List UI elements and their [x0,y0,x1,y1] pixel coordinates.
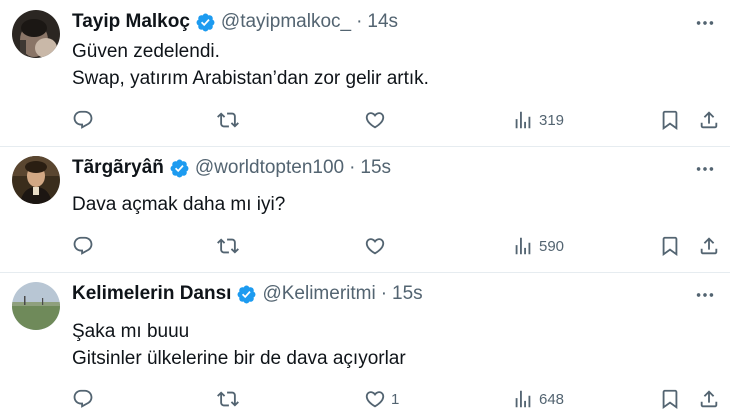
views-button[interactable]: 319 [512,107,564,133]
reply-icon [72,388,94,410]
tweet-text: Güven zedelendi. Swap, yatırım Arabistan… [72,38,429,92]
separator: · [380,283,388,304]
timestamp[interactable]: 15s [392,283,423,305]
bookmark-icon [659,235,681,257]
reply-button[interactable] [72,233,99,259]
tweet-text: Dava açmak daha mı iyi? [72,191,285,218]
tweet-2[interactable]: Tãrgãryâñ @worldtopten100 · 15s Dava açm… [0,146,730,272]
separator: · [349,157,356,178]
display-name[interactable]: Kelimelerin Dansı [72,283,231,305]
views-icon [512,235,534,257]
retweet-icon [217,388,239,410]
timestamp[interactable]: 15s [360,157,391,179]
views-icon [512,388,534,410]
more-icon[interactable] [694,12,716,34]
views-count: 590 [539,237,565,255]
avatar[interactable] [12,282,60,330]
bookmark-icon [659,388,681,410]
timestamp[interactable]: 14s [367,11,398,33]
bookmark-icon [659,109,681,131]
user-handle[interactable]: @tayipmalkoc_ [221,11,351,33]
tweet-actions: 590 [72,233,722,259]
reply-button[interactable] [72,107,99,133]
tweet-text-line: Dava açmak daha mı iyi? [72,194,286,215]
reply-button[interactable] [72,386,99,412]
display-name[interactable]: Tãrgãryâñ [72,157,164,179]
reply-icon [72,235,94,257]
avatar[interactable] [12,156,60,204]
views-button[interactable]: 590 [512,233,564,259]
views-count: 648 [539,390,565,408]
bookmark-button[interactable] [659,107,681,133]
verified-badge-icon [169,158,190,179]
heart-icon [364,235,386,257]
retweet-button[interactable] [217,233,244,259]
tweet-text-line: Şaka mı buuu [72,321,190,342]
bookmark-button[interactable] [659,233,681,259]
share-icon [698,109,720,131]
views-button[interactable]: 648 [512,386,564,412]
tweet-actions: 319 [72,107,722,133]
verified-badge-icon [195,12,216,33]
retweet-icon [217,235,239,257]
likes-count: 1 [391,390,400,408]
like-button[interactable] [364,107,391,133]
views-count: 319 [539,111,565,129]
avatar-image [12,282,60,330]
retweet-button[interactable] [217,107,244,133]
share-icon [698,388,720,410]
views-icon [512,109,534,131]
verified-badge-icon [236,284,257,305]
avatar-image [12,10,60,58]
share-icon [698,235,720,257]
display-name[interactable]: Tayip Malkoç [72,11,190,33]
tweet-actions: 1 648 [72,386,722,412]
tweet-text-line: Gitsinler ülkelerine bir de dava açıyorl… [72,348,406,369]
tweet-text-line: Güven zedelendi. [72,41,220,62]
more-icon[interactable] [694,284,716,306]
bookmark-button[interactable] [659,386,681,412]
more-icon[interactable] [694,158,716,180]
separator: · [356,11,363,32]
share-button[interactable] [698,107,720,133]
avatar-image [12,156,60,204]
retweet-button[interactable] [217,386,244,412]
tweet-text: Şaka mı buuu Gitsinler ülkelerine bir de… [72,318,406,372]
reply-icon [72,109,94,131]
heart-icon [364,388,386,410]
share-button[interactable] [698,233,720,259]
avatar[interactable] [12,10,60,58]
heart-icon [364,109,386,131]
user-handle[interactable]: @Kelimeritmi [262,283,375,305]
like-button[interactable] [364,233,391,259]
user-handle[interactable]: @worldtopten100 [195,157,344,179]
like-button[interactable]: 1 [364,386,399,412]
retweet-icon [217,109,239,131]
tweet-1[interactable]: Tayip Malkoç @tayipmalkoc_ · 14s Güven z… [0,0,730,146]
tweet-3[interactable]: Kelimelerin Dansı @Kelimeritmi · 15s Şak… [0,272,730,420]
share-button[interactable] [698,386,720,412]
tweet-text-line: Swap, yatırım Arabistan’dan zor gelir ar… [72,68,429,89]
